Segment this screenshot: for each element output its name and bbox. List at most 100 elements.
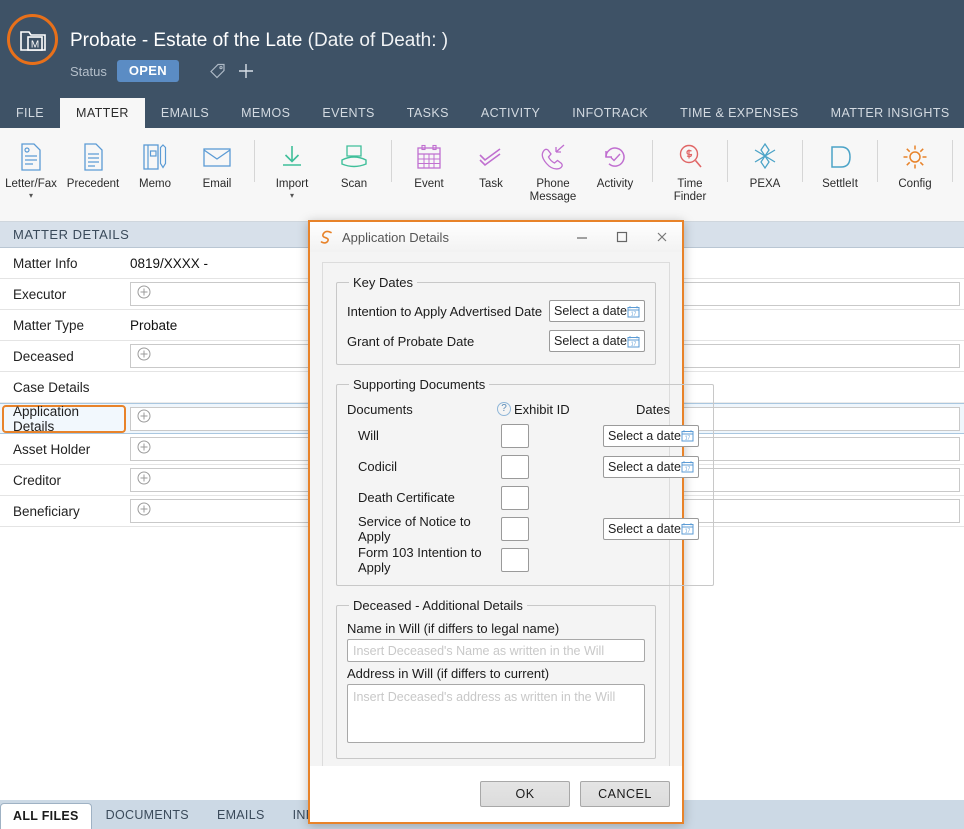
main-nav-tabs: FILE MATTER EMAILS MEMOS EVENTS TASKS AC… (0, 98, 964, 128)
grant-of-probate-date-picker[interactable]: Select a date 17 (549, 330, 645, 352)
status-badge[interactable]: OPEN (116, 60, 179, 82)
ribbon-separator (391, 140, 392, 182)
supporting-document-row-form-103: Form 103 Intention to Apply (347, 544, 703, 575)
dialog-title-bar[interactable]: Application Details (310, 222, 682, 252)
name-in-will-label: Name in Will (if differs to legal name) (347, 621, 560, 636)
ribbon-label: Task (479, 178, 503, 190)
ribbon-button-phone-message[interactable]: Phone Message (522, 136, 584, 204)
row-label: Matter Type (13, 317, 85, 333)
bottom-tab-emails[interactable]: EMAILS (203, 802, 279, 829)
document-label: Codicil (358, 459, 398, 474)
nav-tab-matter[interactable]: MATTER (60, 98, 145, 128)
address-in-will-textarea[interactable] (347, 684, 645, 743)
application-details-selected-label[interactable]: Application Details (2, 404, 126, 434)
nav-tab-emails[interactable]: EMAILS (145, 98, 225, 128)
date-cell: Select a date 17 (603, 424, 703, 447)
document-label: Will (358, 428, 379, 443)
row-label: Asset Holder (13, 441, 91, 457)
chevron-down-icon[interactable]: ▾ (290, 192, 294, 200)
add-circle-icon[interactable] (137, 409, 151, 428)
calendar-icon[interactable]: 17 (627, 305, 640, 318)
codicil-date-picker[interactable]: Select a date 17 (603, 455, 699, 478)
exhibit-id-cell (497, 454, 603, 479)
nav-tab-activity[interactable]: ACTIVITY (465, 98, 556, 128)
ribbon-button-letter-fax[interactable]: Letter/Fax ▾ (0, 136, 62, 200)
tag-icon[interactable] (209, 62, 227, 80)
scanner-icon (339, 136, 369, 178)
plus-icon[interactable] (237, 62, 255, 80)
ribbon-label: Import (275, 178, 309, 190)
intention-to-apply-date-picker[interactable]: Select a date 17 (549, 300, 645, 322)
ribbon-button-scan[interactable]: Scan (323, 136, 385, 191)
exhibit-id-input-service-of-notice[interactable] (501, 516, 529, 541)
date-picker-text: Select a date (608, 428, 681, 443)
ribbon-separator (254, 140, 255, 182)
add-circle-icon[interactable] (137, 285, 151, 304)
ribbon-button-time-finder[interactable]: Time Finder (659, 136, 721, 204)
calendar-icon[interactable]: 17 (627, 335, 640, 348)
supporting-documents-legend: Supporting Documents (353, 377, 486, 392)
name-in-will-input[interactable] (347, 639, 645, 662)
nav-tab-matter-insights[interactable]: MATTER INSIGHTS (815, 98, 964, 128)
ribbon-button-precedent[interactable]: Precedent (62, 136, 124, 191)
calendar-icon[interactable]: 17 (681, 429, 694, 442)
application-details-dialog: Application Details Key Dates Intention … (308, 220, 714, 824)
ribbon-button-event[interactable]: Event (398, 136, 460, 191)
svg-text:M: M (30, 39, 38, 50)
add-circle-icon[interactable] (137, 347, 151, 366)
chevron-down-icon[interactable]: ▾ (29, 192, 33, 200)
nav-tab-tasks[interactable]: TASKS (391, 98, 465, 128)
row-label: Deceased (13, 348, 74, 364)
calendar-icon[interactable]: 17 (681, 460, 694, 473)
svg-text:17: 17 (685, 436, 691, 442)
supporting-document-row-will: Will Select a date 17 (347, 420, 703, 451)
nav-tab-memos[interactable]: MEMOS (225, 98, 306, 128)
add-circle-icon[interactable] (137, 440, 151, 459)
ribbon-button-settleit[interactable]: SettleIt (809, 136, 871, 191)
ribbon-label: Config (898, 178, 932, 190)
ribbon-separator (877, 140, 878, 182)
supporting-documents-header: Documents ? Exhibit ID Dates (347, 398, 703, 420)
document-label: Form 103 Intention to Apply (358, 544, 482, 575)
exhibit-id-input-form-103[interactable] (501, 547, 529, 572)
ribbon-button-import[interactable]: Import ▾ (261, 136, 323, 200)
will-date-picker[interactable]: Select a date 17 (603, 424, 699, 447)
ribbon-button-activity[interactable]: Activity (584, 136, 646, 191)
ribbon-button-task[interactable]: Task (460, 136, 522, 191)
task-checklist-icon (476, 136, 506, 178)
bottom-tab-all-files[interactable]: ALL FILES (0, 803, 92, 829)
exhibit-id-input-will[interactable] (501, 423, 529, 448)
document-label: Service of Notice to Apply (358, 513, 471, 544)
ribbon-separator (802, 140, 803, 182)
supporting-documents-group: Supporting Documents Documents ? Exhibit… (336, 377, 714, 586)
nav-tab-infotrack[interactable]: INFOTRACK (556, 98, 664, 128)
nav-tab-file[interactable]: FILE (0, 98, 60, 128)
ribbon-label: Activity (596, 178, 634, 190)
nav-tab-events[interactable]: EVENTS (306, 98, 390, 128)
service-of-notice-date-picker[interactable]: Select a date 17 (603, 517, 699, 540)
ribbon-label: Email (202, 178, 232, 190)
cancel-button[interactable]: CANCEL (580, 781, 670, 807)
nav-tab-time-expenses[interactable]: TIME & EXPENSES (664, 98, 815, 128)
date-picker-text: Select a date (554, 304, 627, 318)
page-title: Probate - Estate of the Late (Date of De… (70, 30, 448, 52)
calendar-icon[interactable]: 17 (681, 522, 694, 535)
ribbon-button-memo[interactable]: Memo (124, 136, 186, 191)
ribbon-button-email[interactable]: Email (186, 136, 248, 191)
close-icon[interactable] (642, 223, 682, 251)
maximize-icon[interactable] (602, 223, 642, 251)
bottom-tab-documents[interactable]: DOCUMENTS (92, 802, 203, 829)
ribbon-button-pexa[interactable]: PEXA (734, 136, 796, 191)
help-question-icon[interactable]: ? (497, 402, 511, 416)
ribbon-button-config[interactable]: Config (884, 136, 946, 191)
exhibit-id-input-death-certificate[interactable] (501, 485, 529, 510)
application-window: M Probate - Estate of the Late (Date of … (0, 0, 964, 829)
exhibit-id-input-codicil[interactable] (501, 454, 529, 479)
memo-notebook-pen-icon (141, 136, 169, 178)
key-date-label: Grant of Probate Date (347, 333, 475, 349)
add-circle-icon[interactable] (137, 471, 151, 490)
add-circle-icon[interactable] (137, 502, 151, 521)
ok-button[interactable]: OK (480, 781, 570, 807)
ribbon-label: Letter/Fax (5, 178, 57, 190)
minimize-icon[interactable] (562, 223, 602, 251)
